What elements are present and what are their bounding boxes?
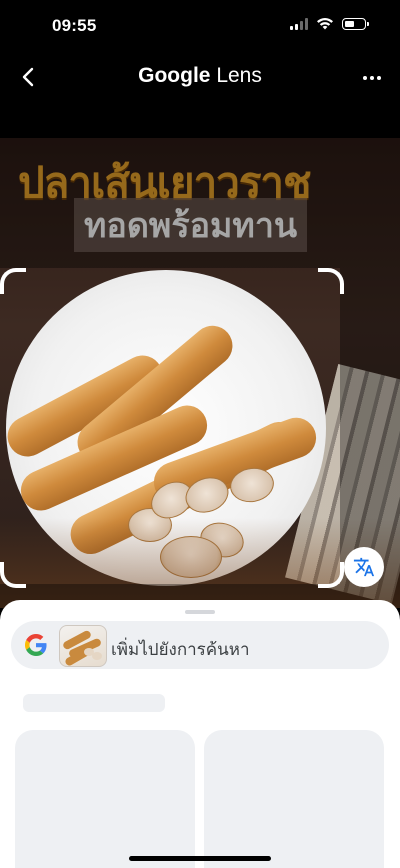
status-time: 09:55 <box>52 16 97 35</box>
app-title-brand: Google <box>138 64 211 87</box>
crop-handle-top-left[interactable] <box>0 268 26 294</box>
add-to-search-button[interactable]: เพิ่มไปยังการค้นหา <box>11 621 389 669</box>
add-to-search-label: เพิ่มไปยังการค้นหา <box>111 640 250 659</box>
crop-dim-top <box>0 138 400 268</box>
status-icons <box>290 17 369 30</box>
results-sheet[interactable]: เพิ่มไปยังการค้นหา <box>0 600 400 868</box>
selection-thumbnail <box>59 625 107 667</box>
wifi-icon <box>317 18 333 30</box>
app-title-product: Lens <box>216 64 262 87</box>
more-options-button[interactable] <box>358 64 386 92</box>
nav-bar: Google Lens <box>0 56 400 100</box>
loading-placeholder-line <box>23 694 165 712</box>
crop-dim-right <box>340 268 400 584</box>
battery-icon <box>342 17 369 30</box>
translate-button[interactable] <box>344 547 384 587</box>
sheet-drag-handle[interactable] <box>185 610 215 614</box>
app-title: Google Lens <box>0 64 400 88</box>
loading-placeholder-card <box>15 730 195 868</box>
home-indicator <box>129 856 271 861</box>
loading-placeholder-card <box>204 730 384 868</box>
translate-icon <box>353 557 375 577</box>
cellular-signal-icon <box>290 17 308 30</box>
google-g-icon <box>25 634 47 656</box>
status-bar: 09:55 <box>0 0 400 56</box>
more-horizontal-icon <box>363 76 367 80</box>
